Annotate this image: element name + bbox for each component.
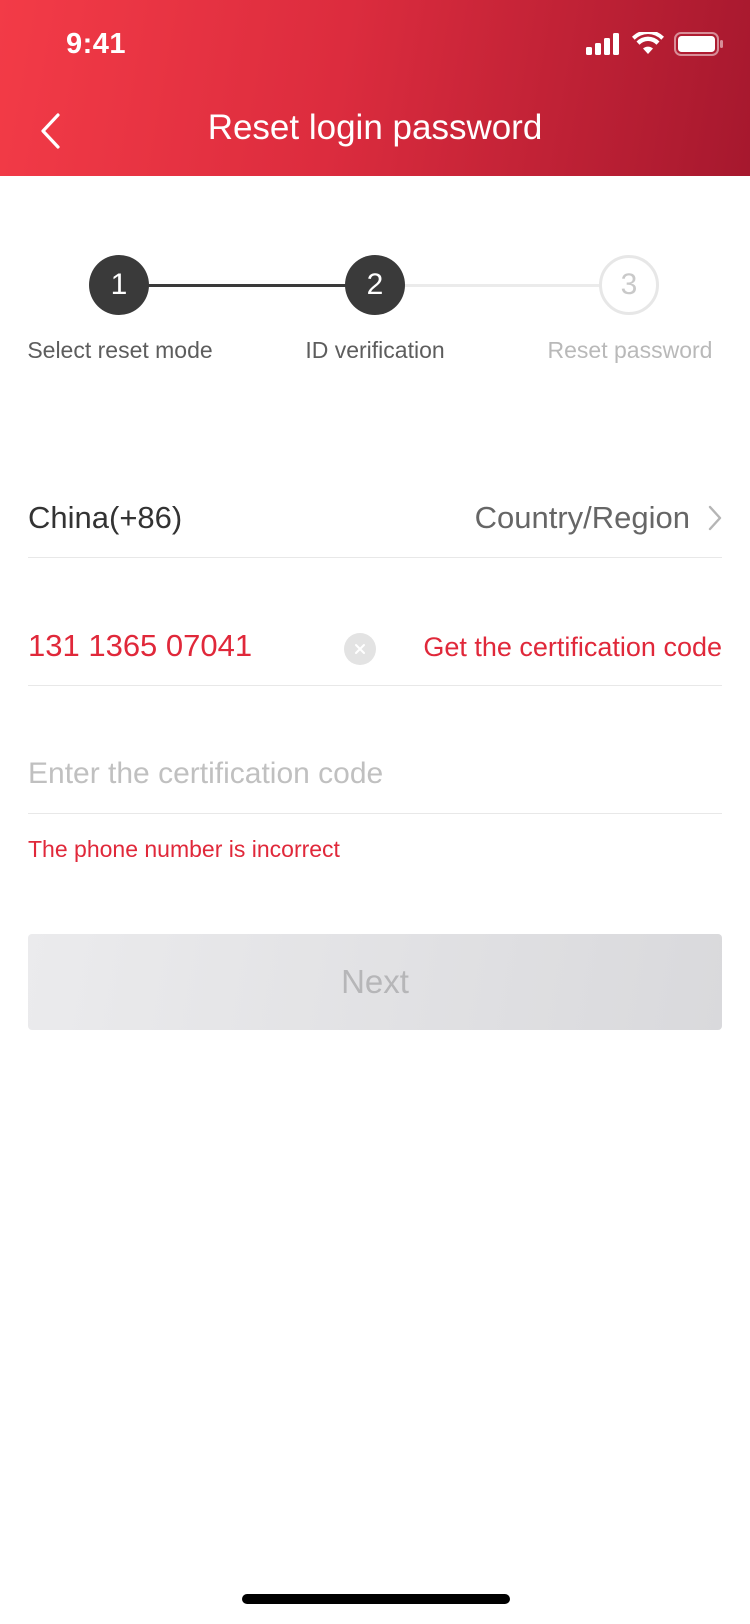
page-title: Reset login password [207, 108, 543, 147]
home-indicator [242, 1594, 510, 1604]
divider [28, 813, 722, 814]
status-time: 9:41 [66, 28, 127, 60]
country-region-label: Country/Region [474, 500, 690, 535]
battery-icon [674, 32, 723, 56]
divider [28, 557, 722, 558]
status-icons [586, 32, 724, 56]
country-value: China(+86) [28, 500, 183, 535]
error-message: The phone number is incorrect [28, 836, 340, 862]
step-2-label: ID verification [305, 337, 445, 363]
signal-icon [586, 33, 619, 55]
next-button[interactable]: Next [28, 934, 722, 1030]
step-3-label: Reset password [547, 337, 713, 363]
step-connector-done [148, 284, 350, 287]
step-2-circle: 2 [345, 255, 405, 315]
certification-code-input[interactable] [28, 757, 722, 791]
divider [28, 685, 722, 686]
chevron-right-icon [708, 505, 722, 531]
wifi-icon [632, 32, 664, 54]
phone-number-input[interactable] [28, 628, 328, 664]
step-1-circle: 1 [89, 255, 149, 315]
header-bar: 9:41 Reset login password [0, 0, 750, 176]
get-certification-code-button[interactable]: Get the certification code [423, 632, 722, 663]
step-1-label: Select reset mode [27, 337, 213, 363]
step-3-circle: 3 [599, 255, 659, 315]
country-region-selector[interactable]: Country/Region [475, 500, 722, 536]
clear-input-button[interactable] [344, 633, 376, 665]
clear-icon [355, 644, 365, 654]
step-connector-todo [404, 284, 602, 287]
